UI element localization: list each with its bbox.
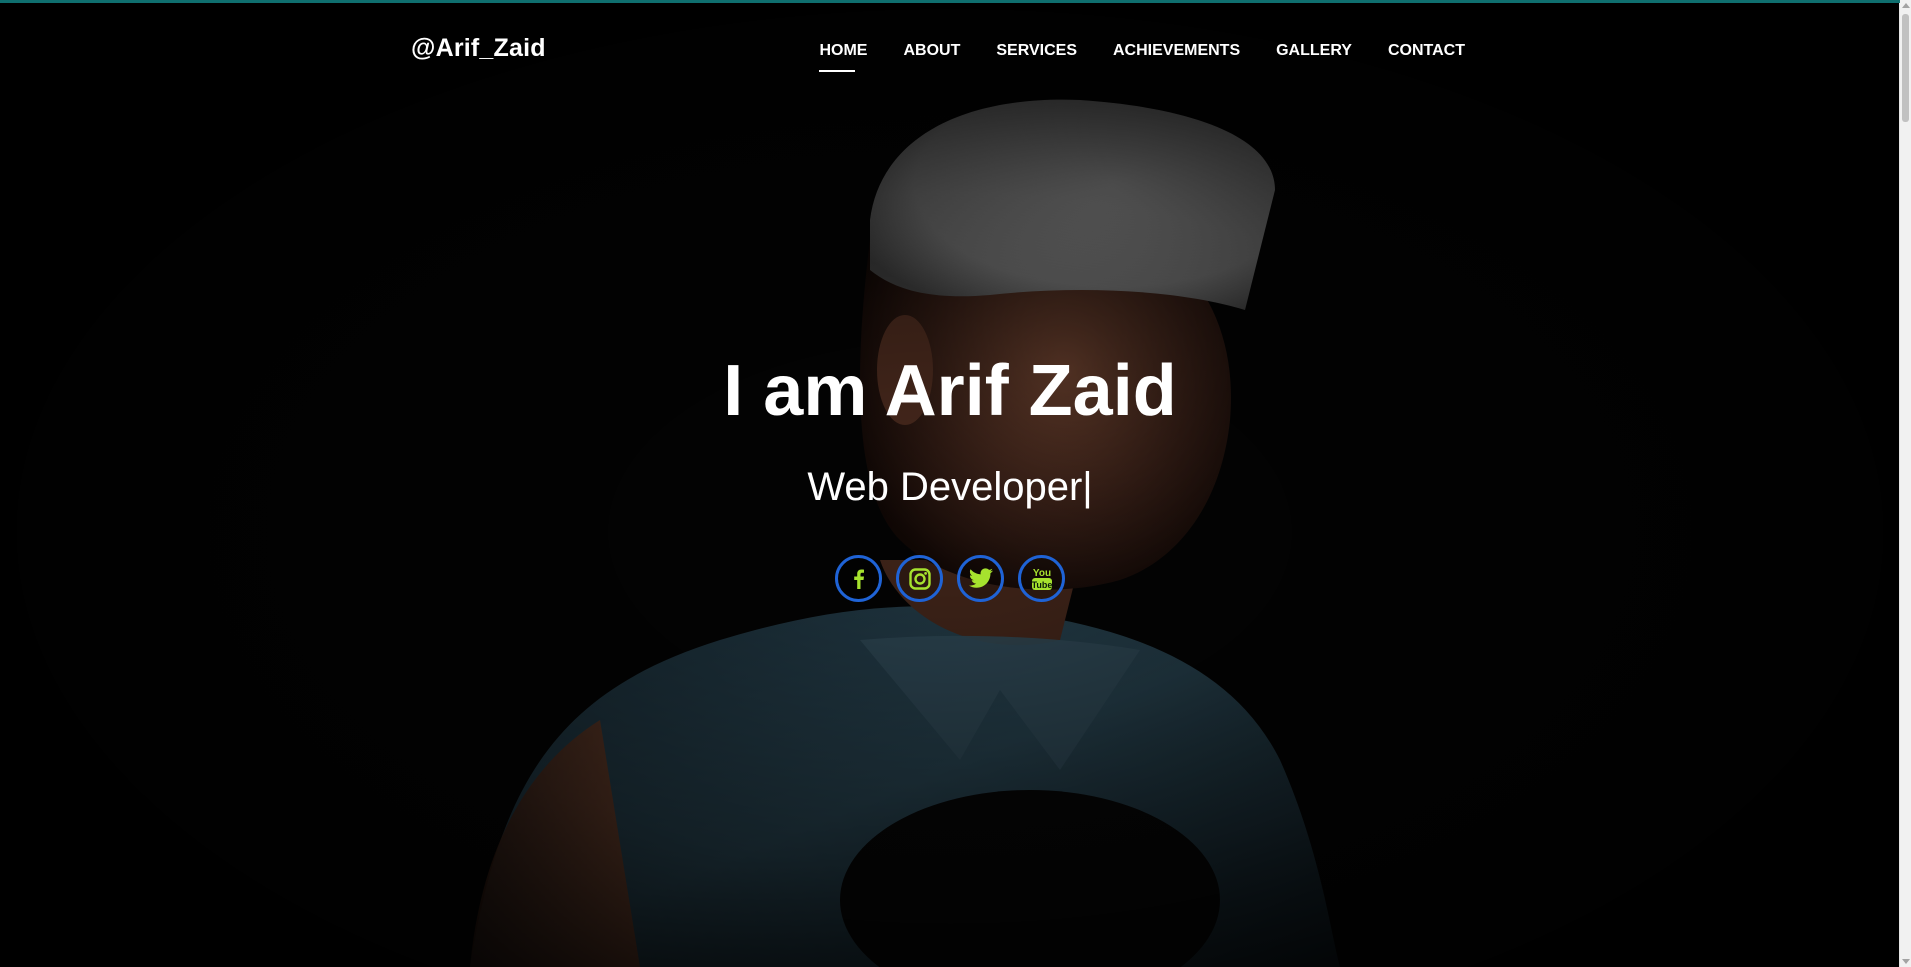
typed-role-text: Web Developer: [807, 465, 1083, 509]
hero-title: I am Arif Zaid: [723, 351, 1177, 431]
hero-subtitle: Web Developer|: [0, 461, 1900, 513]
scroll-up-arrow-icon[interactable]: [1902, 3, 1910, 8]
typing-cursor: |: [1082, 465, 1093, 509]
svg-text:Tube: Tube: [1031, 580, 1052, 590]
page: @Arif_Zaid HOME ABOUT SERVICES ACHIEVEME…: [0, 0, 1911, 967]
nav-item-gallery[interactable]: GALLERY: [1276, 41, 1352, 61]
youtube-icon: You Tube: [1030, 565, 1054, 593]
page-scrollbar[interactable]: [1899, 0, 1911, 967]
twitter-link[interactable]: [957, 555, 1004, 602]
social-links: You Tube: [0, 555, 1900, 602]
svg-text:You: You: [1032, 568, 1050, 579]
scrollbar-thumb[interactable]: [1902, 14, 1909, 122]
facebook-icon: [849, 568, 869, 590]
twitter-icon: [968, 567, 994, 590]
brand-logo[interactable]: @Arif_Zaid: [411, 34, 546, 63]
main-nav: HOME ABOUT SERVICES ACHIEVEMENTS GALLERY…: [819, 41, 1465, 72]
instagram-link[interactable]: [896, 555, 943, 602]
instagram-icon: [908, 567, 932, 591]
youtube-link[interactable]: You Tube: [1018, 555, 1065, 602]
nav-item-services[interactable]: SERVICES: [996, 41, 1077, 61]
top-accent-line: [0, 0, 1900, 3]
site-header: @Arif_Zaid HOME ABOUT SERVICES ACHIEVEME…: [0, 0, 1900, 100]
nav-item-home[interactable]: HOME: [819, 41, 867, 72]
nav-item-achievements[interactable]: ACHIEVEMENTS: [1113, 41, 1240, 61]
scroll-down-arrow-icon[interactable]: [1902, 959, 1910, 964]
nav-item-about[interactable]: ABOUT: [903, 41, 960, 61]
nav-item-contact[interactable]: CONTACT: [1388, 41, 1465, 61]
facebook-link[interactable]: [835, 555, 882, 602]
